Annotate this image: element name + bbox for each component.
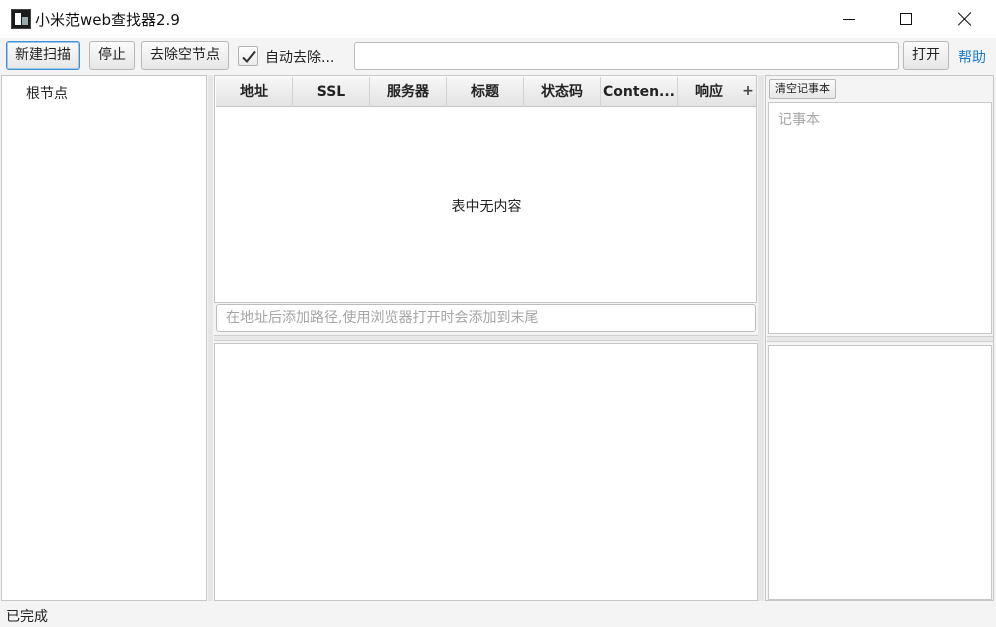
table-header: 地址 SSL 服务器 标题 状态码 Conten... 响应 + <box>216 77 756 107</box>
column-header-response[interactable]: 响应 <box>678 77 740 107</box>
auto-remove-label[interactable]: 自动去除... <box>265 47 334 67</box>
minimize-icon <box>843 18 855 20</box>
column-header-title[interactable]: 标题 <box>447 77 524 107</box>
tree-root-node[interactable]: 根节点 <box>26 83 68 103</box>
close-icon <box>958 12 972 26</box>
auto-remove-checkbox[interactable] <box>238 46 258 66</box>
title-bar: 小米范web查找器2.9 <box>0 0 996 38</box>
app-icon <box>11 9 31 29</box>
help-link[interactable]: 帮助 <box>958 47 986 67</box>
status-bar: 已完成 <box>0 601 996 627</box>
clear-notes-button[interactable]: 清空记事本 <box>769 79 836 99</box>
open-button[interactable]: 打开 <box>903 41 949 70</box>
checkmark-icon <box>242 50 256 63</box>
window-title: 小米范web查找器2.9 <box>35 11 180 29</box>
notes-column: 清空记事本 <box>765 75 994 601</box>
status-text: 已完成 <box>6 609 48 625</box>
table-empty-message: 表中无内容 <box>451 199 522 215</box>
maximize-icon <box>900 13 912 25</box>
new-scan-button[interactable]: 新建扫描 <box>6 41 80 70</box>
column-header-ssl[interactable]: SSL <box>293 77 370 107</box>
column-header-address[interactable]: 地址 <box>216 77 293 107</box>
center-horizontal-splitter[interactable] <box>214 335 758 341</box>
maximize-button[interactable] <box>877 0 935 38</box>
path-suffix-input[interactable] <box>216 304 756 332</box>
column-menu-plus-icon[interactable]: + <box>740 77 756 107</box>
right-bottom-panel[interactable] <box>768 345 992 600</box>
stop-button[interactable]: 停止 <box>89 41 135 70</box>
response-detail-panel[interactable] <box>214 343 758 601</box>
close-button[interactable] <box>936 0 994 38</box>
url-input[interactable] <box>354 42 899 70</box>
right-horizontal-splitter[interactable] <box>767 336 993 342</box>
site-tree[interactable]: 根节点 <box>1 75 207 601</box>
minimize-button[interactable] <box>820 0 878 38</box>
notepad-textarea[interactable] <box>768 102 992 334</box>
toolbar: 新建扫描 停止 去除空节点 自动去除... 打开 帮助 <box>0 38 996 74</box>
column-header-server[interactable]: 服务器 <box>370 77 447 107</box>
results-table: 地址 SSL 服务器 标题 状态码 Conten... 响应 + 表中无内容 <box>214 75 757 303</box>
column-header-content[interactable]: Conten... <box>601 77 678 107</box>
column-header-status-code[interactable]: 状态码 <box>524 77 601 107</box>
right-splitter[interactable] <box>758 75 764 601</box>
remove-empty-nodes-button[interactable]: 去除空节点 <box>141 41 229 70</box>
left-splitter[interactable] <box>208 75 213 601</box>
